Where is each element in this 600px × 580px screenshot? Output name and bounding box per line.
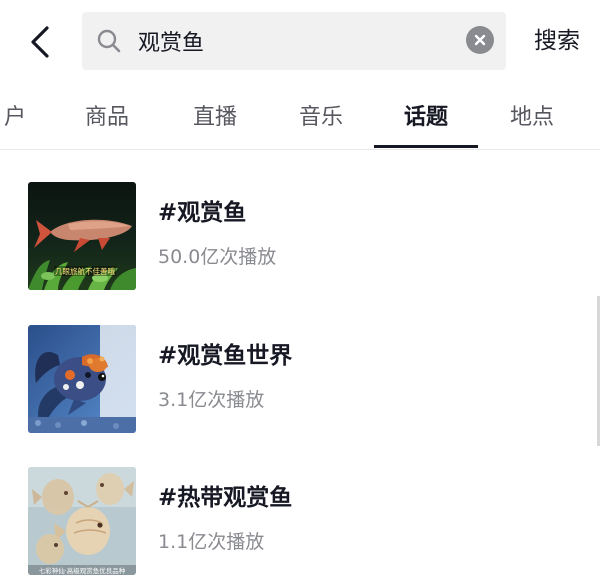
tab-places[interactable]: 地点 (503, 100, 561, 136)
tab-products[interactable]: 商品 (78, 100, 136, 136)
topic-title: #观赏鱼世界 (158, 343, 293, 369)
topic-result-item[interactable]: 七彩神仙·高级观赏鱼优良品种 #热带观赏鱼 1.1亿次播放 (0, 467, 600, 580)
result-tabs: 户 商品 直播 音乐 话题 地点 (0, 88, 600, 150)
topic-thumbnail: 七彩神仙·高级观赏鱼优良品种 (28, 467, 136, 575)
topic-play-count: 3.1亿次播放 (158, 389, 265, 411)
tab-music[interactable]: 音乐 (292, 100, 350, 136)
topic-title: #热带观赏鱼 (158, 485, 293, 511)
magnifier-icon (97, 29, 121, 53)
clear-search-button[interactable] (466, 26, 494, 54)
thumbnail-caption: 几眼旅航不佳善哦 (55, 266, 115, 276)
topic-thumbnail (28, 325, 136, 433)
topic-result-item[interactable]: #观赏鱼世界 3.1亿次播放 (0, 325, 600, 457)
search-box[interactable] (82, 12, 506, 70)
topic-play-count: 50.0亿次播放 (158, 246, 277, 268)
thumbnail-caption: 七彩神仙·高级观赏鱼优良品种 (39, 566, 126, 575)
active-tab-indicator (374, 145, 478, 148)
search-header: 搜索 (0, 0, 600, 84)
search-results-page: 搜索 户 商品 直播 音乐 话题 地点 (0, 0, 600, 580)
tab-topics[interactable]: 话题 (397, 100, 455, 136)
discus-fish-image: 七彩神仙·高级观赏鱼优良品种 (28, 467, 136, 575)
topic-play-count: 1.1亿次播放 (158, 531, 265, 553)
close-icon (474, 34, 486, 46)
search-button[interactable]: 搜索 (522, 23, 592, 59)
topic-thumbnail: 几眼旅航不佳善哦 (28, 182, 136, 290)
topic-result-item[interactable]: 几眼旅航不佳善哦 #观赏鱼 50.0亿次播放 (0, 182, 600, 314)
goldfish-image (28, 325, 136, 433)
back-button[interactable] (20, 20, 60, 64)
tab-live[interactable]: 直播 (186, 100, 244, 136)
search-input[interactable] (138, 21, 458, 61)
tab-users[interactable]: 户 (0, 100, 30, 136)
topic-title: #观赏鱼 (158, 200, 247, 226)
tabs-divider (0, 149, 600, 150)
arowana-fish-image: 几眼旅航不佳善哦 (28, 182, 136, 290)
chevron-left-icon (31, 26, 49, 58)
